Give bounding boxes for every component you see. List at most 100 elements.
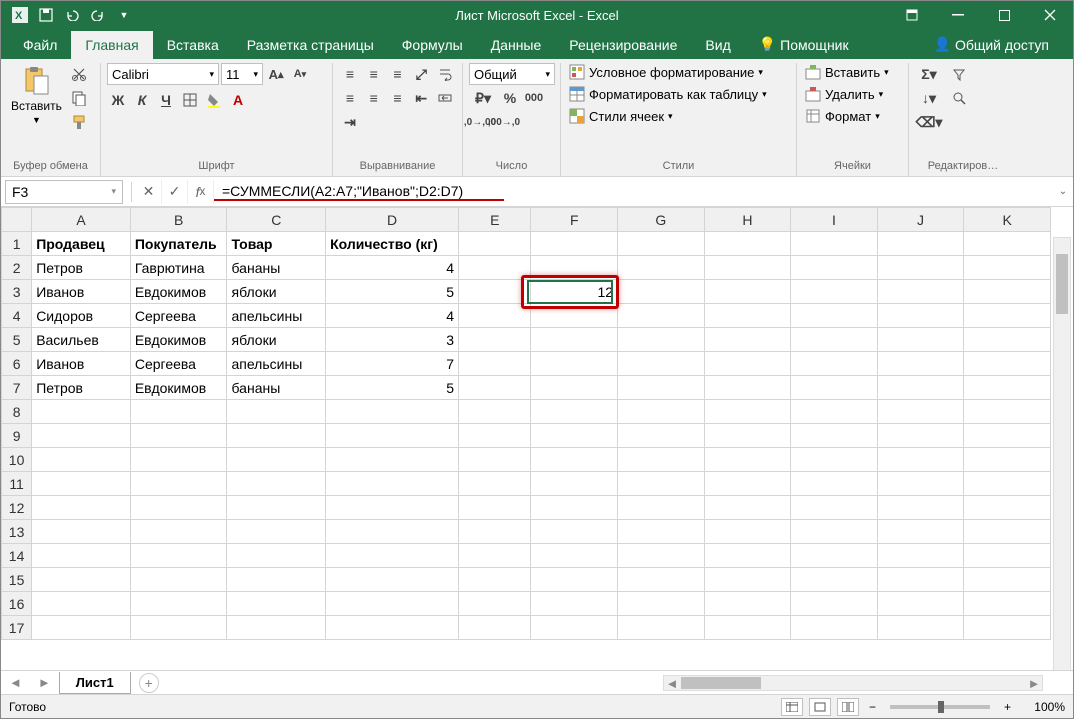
paste-button[interactable]: Вставить ▼ bbox=[7, 63, 66, 160]
cell[interactable] bbox=[531, 616, 618, 640]
cell[interactable] bbox=[227, 616, 326, 640]
number-format-combo[interactable]: Общий▾ bbox=[469, 63, 555, 85]
merge-button[interactable] bbox=[434, 87, 456, 109]
cell-A3[interactable]: Иванов bbox=[32, 280, 131, 304]
cell[interactable] bbox=[618, 568, 705, 592]
cell[interactable] bbox=[459, 280, 531, 304]
cell[interactable] bbox=[964, 472, 1051, 496]
cell[interactable] bbox=[877, 592, 964, 616]
cell[interactable] bbox=[791, 616, 878, 640]
cell[interactable] bbox=[964, 352, 1051, 376]
cell[interactable] bbox=[704, 400, 791, 424]
row-header-5[interactable]: 5 bbox=[2, 328, 32, 352]
view-normal-button[interactable] bbox=[781, 698, 803, 716]
cell[interactable] bbox=[32, 544, 131, 568]
cell-B3[interactable]: Евдокимов bbox=[130, 280, 227, 304]
cell[interactable] bbox=[531, 400, 618, 424]
cell-styles-button[interactable]: Стили ячеек▾ bbox=[567, 107, 790, 125]
delete-cells-button[interactable]: Удалить▾ bbox=[803, 85, 902, 103]
undo-button[interactable] bbox=[61, 4, 83, 26]
horizontal-scrollbar[interactable]: ◄► bbox=[159, 675, 1073, 691]
italic-button[interactable]: К bbox=[131, 89, 153, 111]
cell[interactable] bbox=[618, 496, 705, 520]
cell-A6[interactable]: Иванов bbox=[32, 352, 131, 376]
cell[interactable] bbox=[32, 424, 131, 448]
cell[interactable] bbox=[964, 400, 1051, 424]
cell[interactable] bbox=[877, 472, 964, 496]
comma-button[interactable]: 000 bbox=[523, 87, 545, 109]
cell[interactable] bbox=[531, 448, 618, 472]
find-select-button[interactable] bbox=[945, 87, 973, 109]
add-sheet-button[interactable]: + bbox=[139, 673, 159, 693]
cell[interactable] bbox=[877, 520, 964, 544]
cell[interactable] bbox=[531, 520, 618, 544]
cell[interactable] bbox=[791, 496, 878, 520]
col-header-J[interactable]: J bbox=[877, 208, 964, 232]
align-top-button[interactable]: ≡ bbox=[339, 63, 361, 85]
border-button[interactable] bbox=[179, 89, 201, 111]
insert-cells-button[interactable]: Вставить▾ bbox=[803, 63, 902, 81]
cell[interactable] bbox=[531, 592, 618, 616]
spreadsheet-grid[interactable]: A B C D E F G H I J K 1 Продавец Покупат… bbox=[1, 207, 1073, 640]
cell[interactable] bbox=[227, 424, 326, 448]
underline-button[interactable]: Ч bbox=[155, 89, 177, 111]
align-bottom-button[interactable]: ≡ bbox=[387, 63, 409, 85]
cell-C2[interactable]: бананы bbox=[227, 256, 326, 280]
row-header-13[interactable]: 13 bbox=[2, 520, 32, 544]
cell-B5[interactable]: Евдокимов bbox=[130, 328, 227, 352]
cancel-formula-button[interactable]: ✕ bbox=[136, 180, 162, 204]
cell[interactable] bbox=[964, 232, 1051, 256]
copy-button[interactable] bbox=[68, 87, 90, 109]
cell-C3[interactable]: яблоки bbox=[227, 280, 326, 304]
cell[interactable] bbox=[877, 496, 964, 520]
row-header-6[interactable]: 6 bbox=[2, 352, 32, 376]
cell[interactable] bbox=[459, 304, 531, 328]
increase-indent-button[interactable]: ⇥ bbox=[339, 111, 361, 133]
cell[interactable] bbox=[32, 616, 131, 640]
col-header-F[interactable]: F bbox=[531, 208, 618, 232]
cell[interactable] bbox=[704, 544, 791, 568]
fx-button[interactable]: fx bbox=[188, 180, 214, 204]
cell[interactable] bbox=[964, 520, 1051, 544]
cell[interactable] bbox=[618, 256, 705, 280]
sort-filter-button[interactable] bbox=[945, 63, 973, 85]
cell[interactable] bbox=[877, 424, 964, 448]
tab-formulas[interactable]: Формулы bbox=[388, 31, 477, 59]
select-all-button[interactable] bbox=[2, 208, 32, 232]
cell[interactable] bbox=[704, 352, 791, 376]
cell[interactable] bbox=[130, 616, 227, 640]
cell-D2[interactable]: 4 bbox=[326, 256, 459, 280]
tab-home[interactable]: Главная bbox=[71, 31, 152, 59]
col-header-D[interactable]: D bbox=[326, 208, 459, 232]
cell[interactable] bbox=[964, 304, 1051, 328]
cell[interactable] bbox=[32, 448, 131, 472]
cell-C5[interactable]: яблоки bbox=[227, 328, 326, 352]
cell[interactable] bbox=[227, 544, 326, 568]
cut-button[interactable] bbox=[68, 63, 90, 85]
cell[interactable] bbox=[877, 232, 964, 256]
cell[interactable] bbox=[130, 544, 227, 568]
format-cells-button[interactable]: Формат▾ bbox=[803, 107, 902, 125]
cell[interactable] bbox=[964, 496, 1051, 520]
decrease-decimal-button[interactable]: ,00→,0 bbox=[493, 111, 515, 133]
cell[interactable] bbox=[618, 448, 705, 472]
cell[interactable] bbox=[459, 376, 531, 400]
enter-formula-button[interactable]: ✓ bbox=[162, 180, 188, 204]
cell[interactable] bbox=[791, 232, 878, 256]
cell[interactable] bbox=[964, 616, 1051, 640]
cell[interactable] bbox=[459, 256, 531, 280]
cell-A7[interactable]: Петров bbox=[32, 376, 131, 400]
cell[interactable] bbox=[964, 544, 1051, 568]
cell-A2[interactable]: Петров bbox=[32, 256, 131, 280]
scroll-thumb[interactable] bbox=[681, 677, 761, 689]
tab-view[interactable]: Вид bbox=[691, 31, 744, 59]
fill-button[interactable]: ↓▾ bbox=[915, 87, 943, 109]
redo-button[interactable] bbox=[87, 4, 109, 26]
cell[interactable] bbox=[704, 496, 791, 520]
cell[interactable] bbox=[531, 376, 618, 400]
cell[interactable] bbox=[704, 232, 791, 256]
cell[interactable] bbox=[459, 520, 531, 544]
col-header-B[interactable]: B bbox=[130, 208, 227, 232]
cell[interactable] bbox=[227, 472, 326, 496]
expand-formula-bar-button[interactable]: ⌄ bbox=[1053, 186, 1073, 197]
